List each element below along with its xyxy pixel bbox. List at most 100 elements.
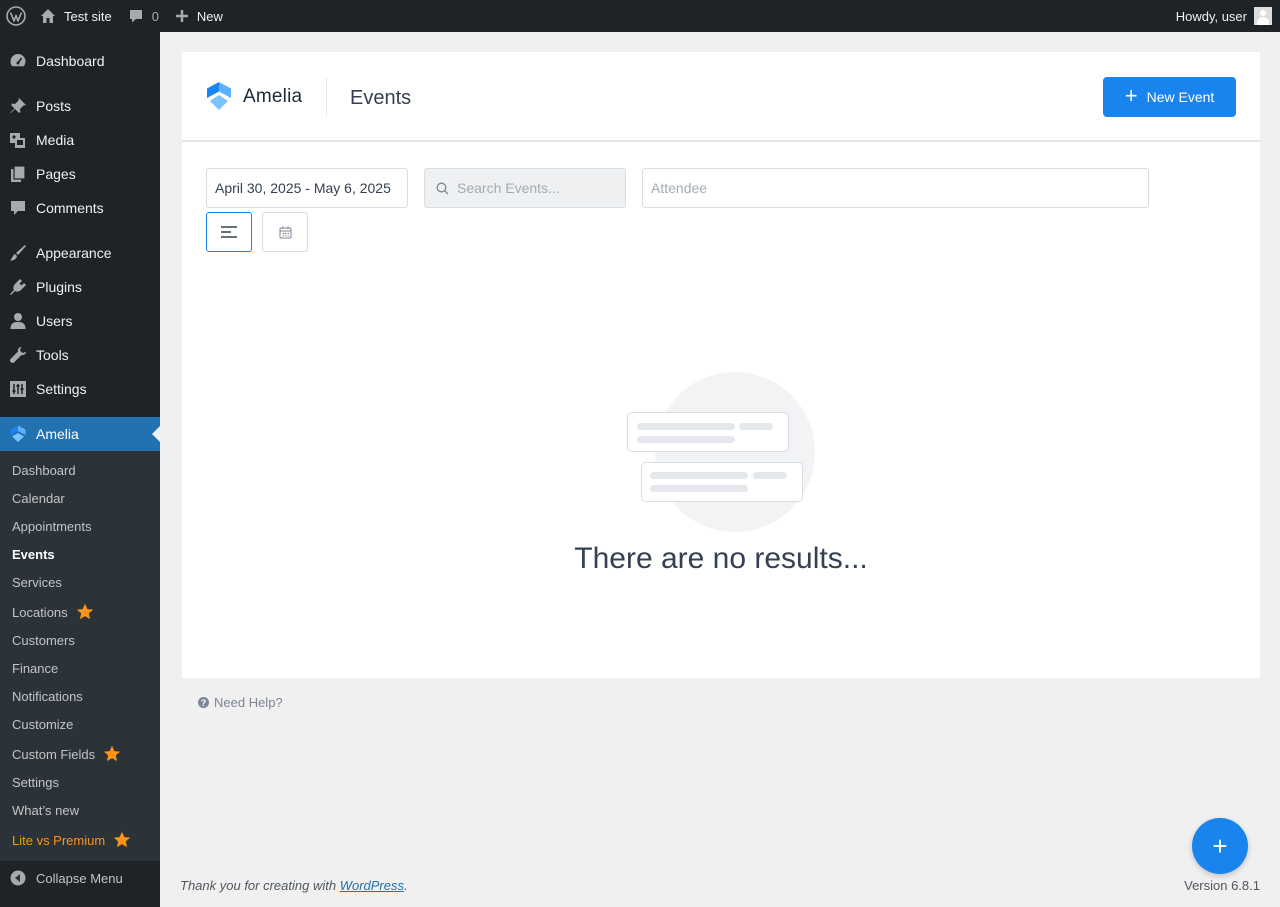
sidebar-item-comments[interactable]: Comments (0, 191, 160, 225)
star-icon (103, 745, 121, 762)
site-name: Test site (64, 8, 112, 24)
submenu-item-appointments[interactable]: Appointments (12, 516, 92, 536)
attendee-select[interactable]: Attendee (642, 168, 1149, 208)
comment-icon (129, 10, 142, 23)
wordpress-logo-icon[interactable] (0, 0, 34, 32)
submenu-item-label: Locations (12, 604, 68, 620)
plus-icon: + (1124, 83, 1138, 108)
sidebar-item-plugins[interactable]: Plugins (0, 270, 160, 304)
sidebar-item-label: Dashboard (36, 53, 105, 69)
submenu-item-whats-new[interactable]: What’s new (12, 800, 79, 820)
pin-icon (10, 98, 26, 113)
sidebar-item-label: Media (36, 132, 75, 148)
sidebar-item-amelia[interactable]: Amelia (0, 417, 160, 451)
star-icon (76, 603, 93, 620)
new-event-button[interactable]: + New Event (1103, 77, 1236, 117)
sidebar-item-label: Appearance (36, 245, 112, 261)
submenu-item-lite-vs-premium[interactable]: Lite vs Premium (12, 830, 131, 850)
submenu-item-label: Lite vs Premium (12, 832, 106, 848)
empty-state: There are no results... (182, 372, 1260, 632)
footer-version: Version 6.8.1 (1184, 878, 1260, 893)
star-icon (114, 831, 131, 848)
submenu-item-services[interactable]: Services (12, 572, 62, 592)
sidebar-item-posts[interactable]: Posts (0, 89, 160, 123)
need-help-link[interactable]: ? Need Help? (198, 695, 283, 710)
list-view-button[interactable] (206, 212, 252, 252)
submenu-item-notifications[interactable]: Notifications (12, 686, 83, 706)
page-title: Events (350, 87, 412, 109)
submenu-item-finance[interactable]: Finance (12, 658, 58, 678)
list-view-icon (221, 226, 237, 238)
sidebar-item-label: Tools (36, 347, 69, 363)
search-input[interactable]: Search Events... (424, 168, 626, 208)
site-name-link[interactable]: Test site (34, 0, 120, 32)
submenu-item-locations[interactable]: Locations (12, 602, 94, 622)
wrench-icon (9, 347, 26, 364)
sidebar-item-appearance[interactable]: Appearance (0, 236, 160, 270)
page-header: Amelia Events + New Event (182, 52, 1260, 142)
skeleton-card (641, 462, 803, 502)
empty-state-message: There are no results... (574, 542, 868, 575)
sidebar-item-label: Amelia (36, 426, 79, 442)
greeting: Howdy, user (1175, 8, 1247, 24)
footer-text-end: . (404, 878, 408, 893)
wordpress-link[interactable]: WordPress (340, 878, 404, 893)
events-panel: Amelia Events + New Event April 30, 2025… (182, 52, 1260, 678)
skeleton-card (627, 412, 789, 452)
brush-icon (10, 245, 26, 261)
collapse-menu-button[interactable]: Collapse Menu (0, 861, 160, 895)
sidebar-item-label: Pages (36, 166, 76, 182)
new-content-link[interactable]: New (167, 0, 231, 32)
sidebar-item-dashboard[interactable]: Dashboard (0, 44, 160, 78)
submenu-item-calendar[interactable]: Calendar (12, 488, 65, 508)
main-content: Amelia Events + New Event April 30, 2025… (160, 32, 1280, 907)
dashboard-icon (10, 54, 26, 67)
footer-thank-you: Thank you for creating with WordPress. (180, 878, 408, 893)
media-icon (10, 133, 25, 148)
home-icon (41, 9, 55, 23)
settings-icon (10, 381, 26, 397)
collapse-menu-label: Collapse Menu (36, 870, 123, 886)
amelia-logo-icon (207, 82, 231, 110)
submenu-item-custom-fields[interactable]: Custom Fields (12, 744, 121, 764)
logo-text: Amelia (243, 85, 303, 107)
avatar (1254, 7, 1272, 25)
footer-text: Thank you for creating with (180, 878, 340, 893)
amelia-icon (10, 425, 26, 442)
plus-icon: + (1212, 830, 1228, 861)
calendar-view-button[interactable] (262, 212, 308, 252)
sidebar-item-users[interactable]: Users (0, 304, 160, 338)
user-icon (10, 313, 26, 329)
floating-add-button[interactable]: + (1192, 818, 1248, 874)
sidebar-item-label: Plugins (36, 279, 82, 295)
attendee-placeholder: Attendee (651, 180, 708, 196)
submenu-item-settings[interactable]: Settings (12, 772, 59, 792)
sidebar-item-media[interactable]: Media (0, 123, 160, 157)
sidebar-item-tools[interactable]: Tools (0, 338, 160, 372)
my-account-link[interactable]: Howdy, user (1168, 0, 1280, 32)
new-label: New (196, 8, 223, 24)
sidebar-item-pages[interactable]: Pages (0, 157, 160, 191)
date-range-value: April 30, 2025 - May 6, 2025 (215, 180, 391, 196)
sidebar-item-label: Posts (36, 98, 72, 114)
new-event-label: New Event (1146, 89, 1215, 105)
submenu-item-dashboard[interactable]: Dashboard (12, 460, 76, 480)
sidebar-item-settings[interactable]: Settings (0, 372, 160, 406)
sidebar-item-label: Settings (36, 381, 87, 397)
search-icon (436, 182, 449, 195)
submenu-item-customize[interactable]: Customize (12, 714, 73, 734)
submenu-item-customers[interactable]: Customers (12, 630, 75, 650)
admin-sidebar: Dashboard Posts Media Pages Comments App… (0, 32, 160, 907)
search-placeholder: Search Events... (457, 180, 560, 196)
pages-icon (11, 165, 26, 182)
header-divider (326, 78, 327, 116)
comments-link[interactable]: 0 (120, 0, 167, 32)
comments-count: 0 (151, 8, 159, 24)
question-icon: ? (198, 697, 209, 708)
comment-icon (11, 201, 25, 215)
date-range-picker[interactable]: April 30, 2025 - May 6, 2025 (206, 168, 408, 208)
sidebar-item-label: Users (36, 313, 73, 329)
submenu-item-events[interactable]: Events (12, 544, 55, 564)
need-help-label: Need Help? (214, 695, 283, 710)
empty-state-illustration (655, 372, 815, 532)
